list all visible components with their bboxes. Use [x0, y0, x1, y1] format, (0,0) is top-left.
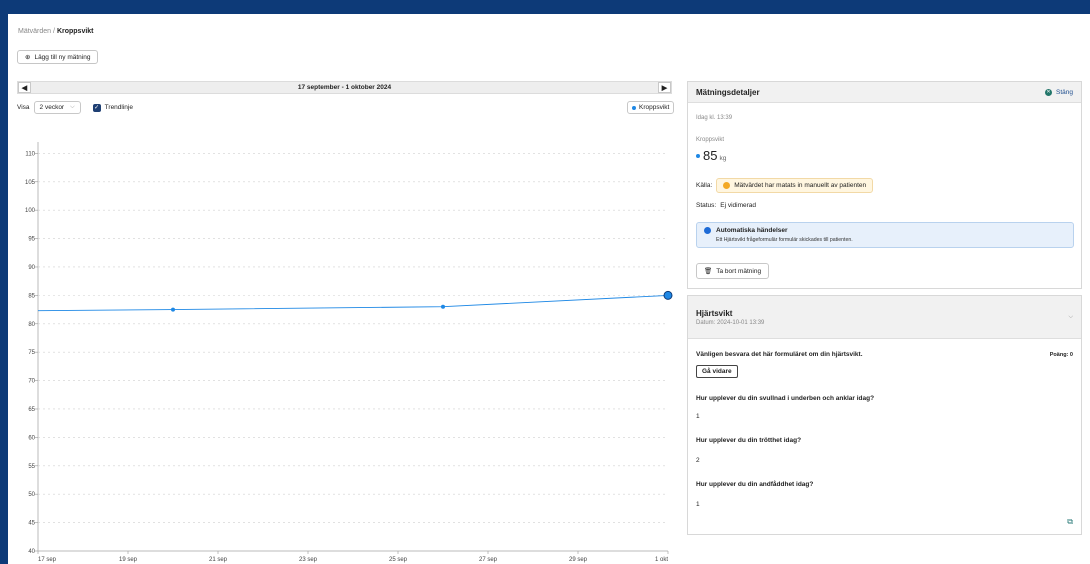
form-header[interactable]: Hjärtsvikt Datum: 2024-10-01 13:39 ⌵	[688, 296, 1081, 339]
x-tick-label: 21 sep	[209, 557, 228, 563]
y-tick-label: 45	[28, 521, 35, 527]
y-tick-label: 105	[25, 180, 36, 186]
y-tick-label: 110	[25, 151, 35, 157]
x-tick-label: 17 sep	[38, 557, 57, 563]
y-tick-label: 70	[28, 379, 35, 385]
form-title: Hjärtsvikt	[696, 308, 733, 318]
metric-label: Kroppsvikt	[696, 137, 725, 143]
trendline	[37, 294, 669, 312]
metric-value-number: 85	[703, 148, 718, 163]
data-point	[171, 307, 175, 312]
y-tick-label: 50	[28, 492, 35, 498]
metric-unit: kg	[719, 155, 727, 162]
x-tick-label: 29 sep	[569, 557, 588, 563]
delete-measurement-button[interactable]: 🗑 Ta bort mätning	[696, 263, 770, 279]
status-row: Status: Ej vidimerad	[696, 202, 756, 209]
x-tick-label: 25 sep	[389, 557, 408, 563]
metric-value: 85 kg	[696, 148, 726, 163]
close-icon: ✕	[1045, 88, 1052, 96]
weight-chart: 40 45 50 55 60 65 70 75 80 85 90 95 100 105 110 17 sep 1…	[25, 142, 673, 563]
status-label: Status:	[696, 202, 717, 209]
y-tick-label: 40	[28, 549, 35, 555]
continue-button[interactable]: Gå vidare	[696, 365, 738, 378]
details-timestamp: Idag kl. 13:39	[696, 115, 733, 121]
source-row: Källa: Mätvärdet har matats in manuellt …	[696, 178, 874, 193]
auto-events-box: Automatiska händelser Ett Hjärtsvikt frå…	[696, 222, 1074, 248]
close-button[interactable]: ✕ Stäng	[1045, 88, 1073, 96]
form-date: Datum: 2024-10-01 13:39	[696, 319, 765, 326]
y-tick-label: 60	[28, 435, 35, 441]
trash-icon: 🗑	[704, 268, 713, 275]
heart-failure-form-panel: Hjärtsvikt Datum: 2024-10-01 13:39 ⌵ Vän…	[687, 295, 1082, 535]
form-header-text: Hjärtsvikt Datum: 2024-10-01 13:39	[696, 309, 764, 326]
y-tick-label: 65	[28, 407, 35, 413]
data-point	[441, 304, 445, 309]
form-score: Poäng: 0	[1049, 352, 1073, 358]
y-tick-label: 55	[28, 464, 35, 470]
form-intro: Vänligen besvara det här formuläret om d…	[696, 351, 863, 358]
y-tick-label: 80	[28, 322, 35, 328]
details-title: Mätningsdetaljer	[696, 87, 760, 97]
source-value: Mätvärdet har matats in manuellt av pati…	[734, 182, 867, 189]
y-tick-label: 75	[28, 350, 35, 356]
value-dot-icon	[696, 153, 700, 158]
selected-data-point	[663, 290, 673, 300]
answer-1: 1	[696, 413, 700, 420]
copy-icon[interactable]: ⧉	[1067, 517, 1073, 527]
x-tick-label: 1 okt	[655, 557, 668, 563]
details-header: Mätningsdetaljer ✕ Stäng	[688, 82, 1081, 103]
x-tick-label: 27 sep	[479, 557, 498, 563]
source-label: Källa:	[696, 182, 713, 189]
chevron-down-icon[interactable]: ⌵	[1068, 314, 1073, 321]
answer-2: 2	[696, 457, 700, 464]
y-tick-label: 85	[28, 293, 35, 299]
y-tick-label: 95	[28, 237, 35, 243]
source-badge: Mätvärdet har matats in manuellt av pati…	[716, 178, 874, 193]
y-tick-label: 90	[28, 265, 35, 271]
x-tick-label: 23 sep	[299, 557, 318, 563]
answer-3: 1	[696, 501, 700, 508]
y-tick-label: 100	[25, 208, 36, 214]
question-1: Hur upplever du din svullnad i underben …	[696, 395, 875, 402]
auto-events-text: Ett Hjärtsvikt frågeformulär formulär sk…	[716, 237, 853, 243]
x-tick-label: 19 sep	[119, 557, 138, 563]
auto-events-title-row: Automatiska händelser	[704, 227, 1066, 234]
status-value: Ej vidimerad	[720, 202, 756, 209]
close-label: Stäng	[1056, 88, 1073, 96]
question-3: Hur upplever du din andfåddhet idag?	[696, 481, 814, 488]
measurement-details-panel: Mätningsdetaljer ✕ Stäng Idag kl. 13:39 …	[687, 81, 1082, 289]
info-icon	[704, 227, 711, 234]
question-2: Hur upplever du din trötthet idag?	[696, 437, 802, 444]
auto-events-title: Automatiska händelser	[716, 227, 788, 234]
warning-icon	[723, 182, 731, 189]
delete-label: Ta bort mätning	[716, 267, 762, 275]
